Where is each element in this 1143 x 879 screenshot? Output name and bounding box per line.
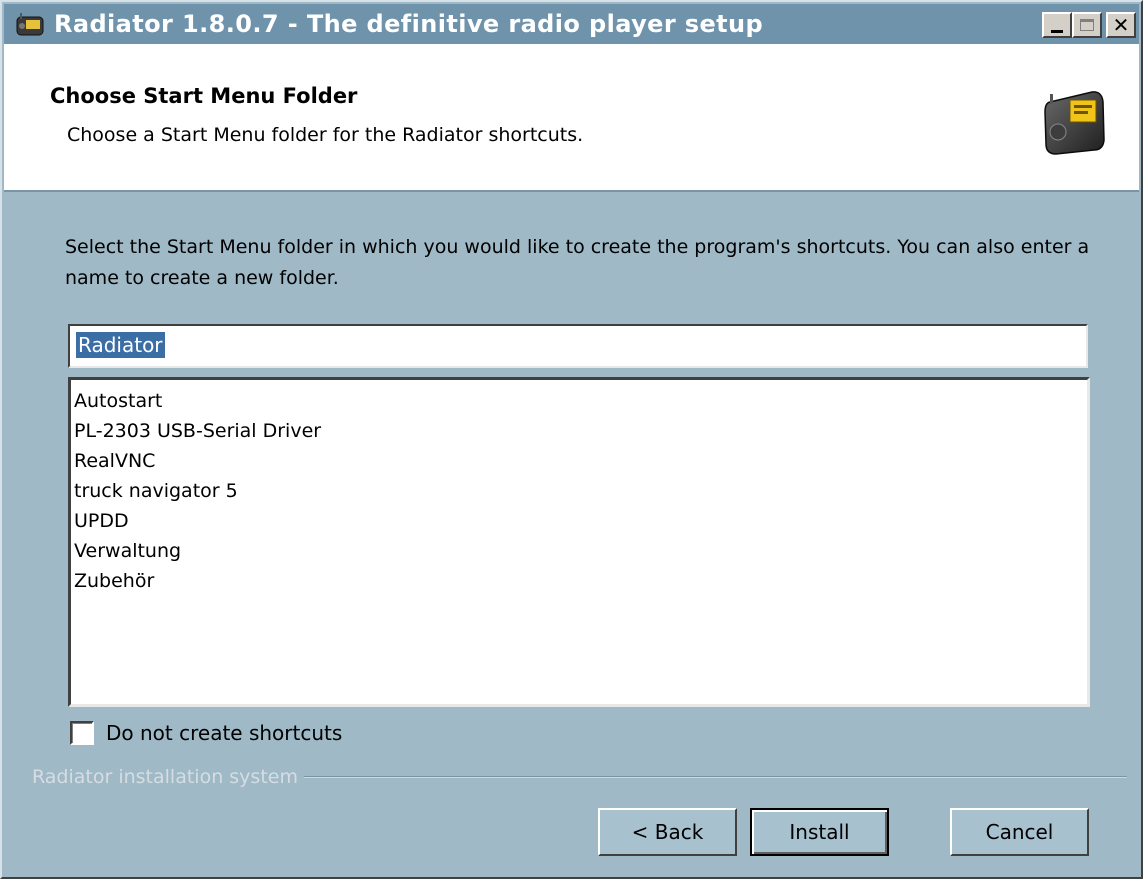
cancel-button[interactable]: Cancel [950,808,1089,856]
list-item[interactable]: Verwaltung [74,536,1087,566]
folder-list[interactable]: Autostart PL-2303 USB-Serial Driver Real… [68,377,1090,707]
install-button[interactable]: Install [750,808,889,856]
window-title: Radiator 1.8.0.7 - The definitive radio … [54,10,764,38]
installer-window: Radiator 1.8.0.7 - The definitive radio … [0,0,1143,879]
minimize-icon [1051,29,1063,33]
header-panel: Choose Start Menu Folder Choose a Start … [4,44,1139,192]
list-item[interactable]: UPDD [74,506,1087,536]
list-item[interactable]: PL-2303 USB-Serial Driver [74,416,1087,446]
list-item[interactable]: Zubehör [74,566,1087,596]
no-shortcuts-checkbox[interactable] [70,721,94,745]
close-icon: ✕ [1112,13,1130,37]
list-item[interactable]: RealVNC [74,446,1087,476]
radio-icon [16,13,44,36]
branding-separator: Radiator installation system [32,762,1127,792]
back-button[interactable]: < Back [598,808,737,856]
maximize-icon [1080,19,1094,31]
list-item[interactable]: truck navigator 5 [74,476,1087,506]
divider [303,776,1127,778]
branding-text: Radiator installation system [32,766,298,788]
no-shortcuts-option[interactable]: Do not create shortcuts [70,719,342,747]
folder-name-input[interactable]: Radiator [68,324,1088,368]
page-subtitle: Choose a Start Menu folder for the Radia… [67,124,584,146]
title-bar[interactable]: Radiator 1.8.0.7 - The definitive radio … [4,4,1139,44]
radio-device-icon [1044,91,1105,155]
maximize-button[interactable] [1072,12,1102,38]
no-shortcuts-label[interactable]: Do not create shortcuts [106,721,342,745]
close-button[interactable]: ✕ [1106,12,1136,38]
list-item[interactable]: Autostart [74,386,1087,416]
instructions-text: Select the Start Menu folder in which yo… [65,236,1090,289]
folder-name-value: Radiator [76,332,165,358]
page-title: Choose Start Menu Folder [50,84,358,108]
minimize-button[interactable] [1042,12,1072,38]
